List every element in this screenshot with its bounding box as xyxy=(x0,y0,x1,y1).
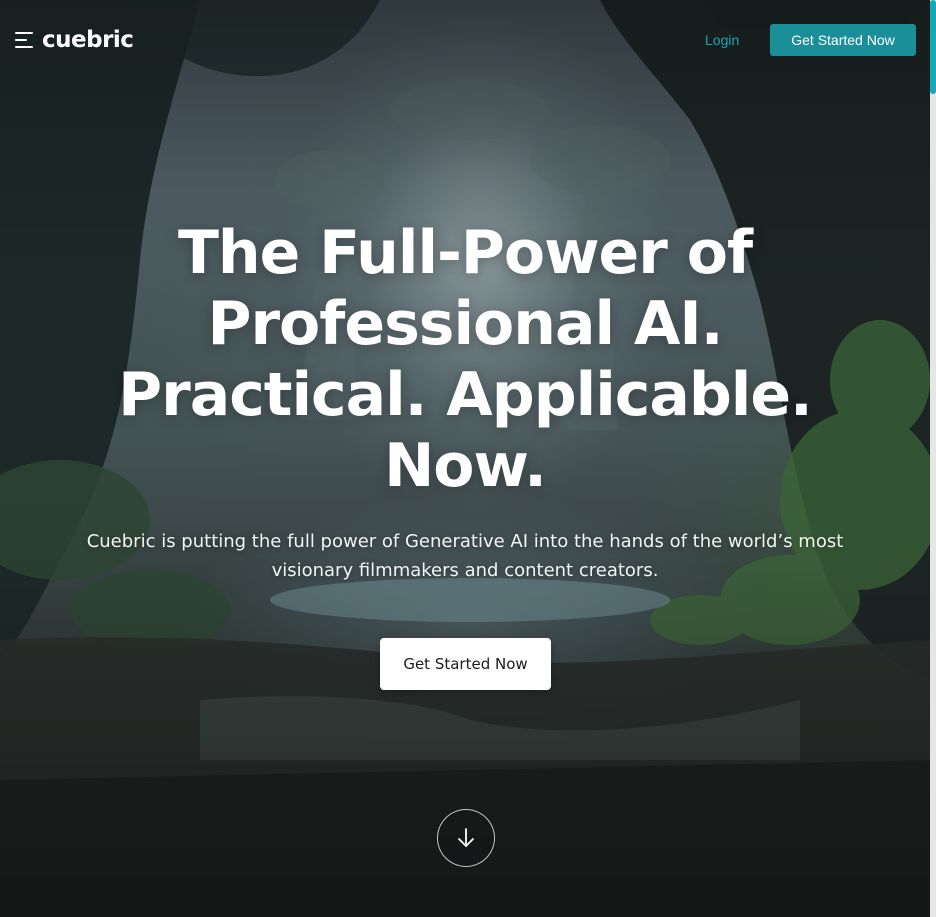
hamburger-menu-icon[interactable] xyxy=(15,31,33,49)
scrollbar-thumb[interactable] xyxy=(930,0,936,94)
scrollbar[interactable] xyxy=(930,0,936,917)
subtitle-line: Cuebric is putting the full power of Gen… xyxy=(86,531,844,552)
logo[interactable]: cuebric xyxy=(42,24,134,56)
hero-get-started-button[interactable]: Get Started Now xyxy=(380,638,551,690)
header-get-started-button[interactable]: Get Started Now xyxy=(770,24,916,56)
arrow-down-icon xyxy=(458,828,474,847)
subtitle-line: visionary filmmakers and content creator… xyxy=(271,560,659,581)
page: cuebric Login Get Started Now The Full-P… xyxy=(0,0,936,917)
login-link[interactable]: Login xyxy=(705,31,739,49)
headline-line: Practical. Applicable. xyxy=(118,360,813,430)
headline-line: The Full-Power of xyxy=(177,218,753,288)
site-header: cuebric Login Get Started Now xyxy=(0,0,930,80)
hero-subtitle: Cuebric is putting the full power of Gen… xyxy=(65,527,865,585)
scroll-down-button[interactable] xyxy=(437,809,495,867)
headline-line: Professional AI. xyxy=(207,289,723,359)
hero-headline: The Full-Power of Professional AI. Pract… xyxy=(65,218,865,502)
headline-line: Now. xyxy=(384,431,547,501)
